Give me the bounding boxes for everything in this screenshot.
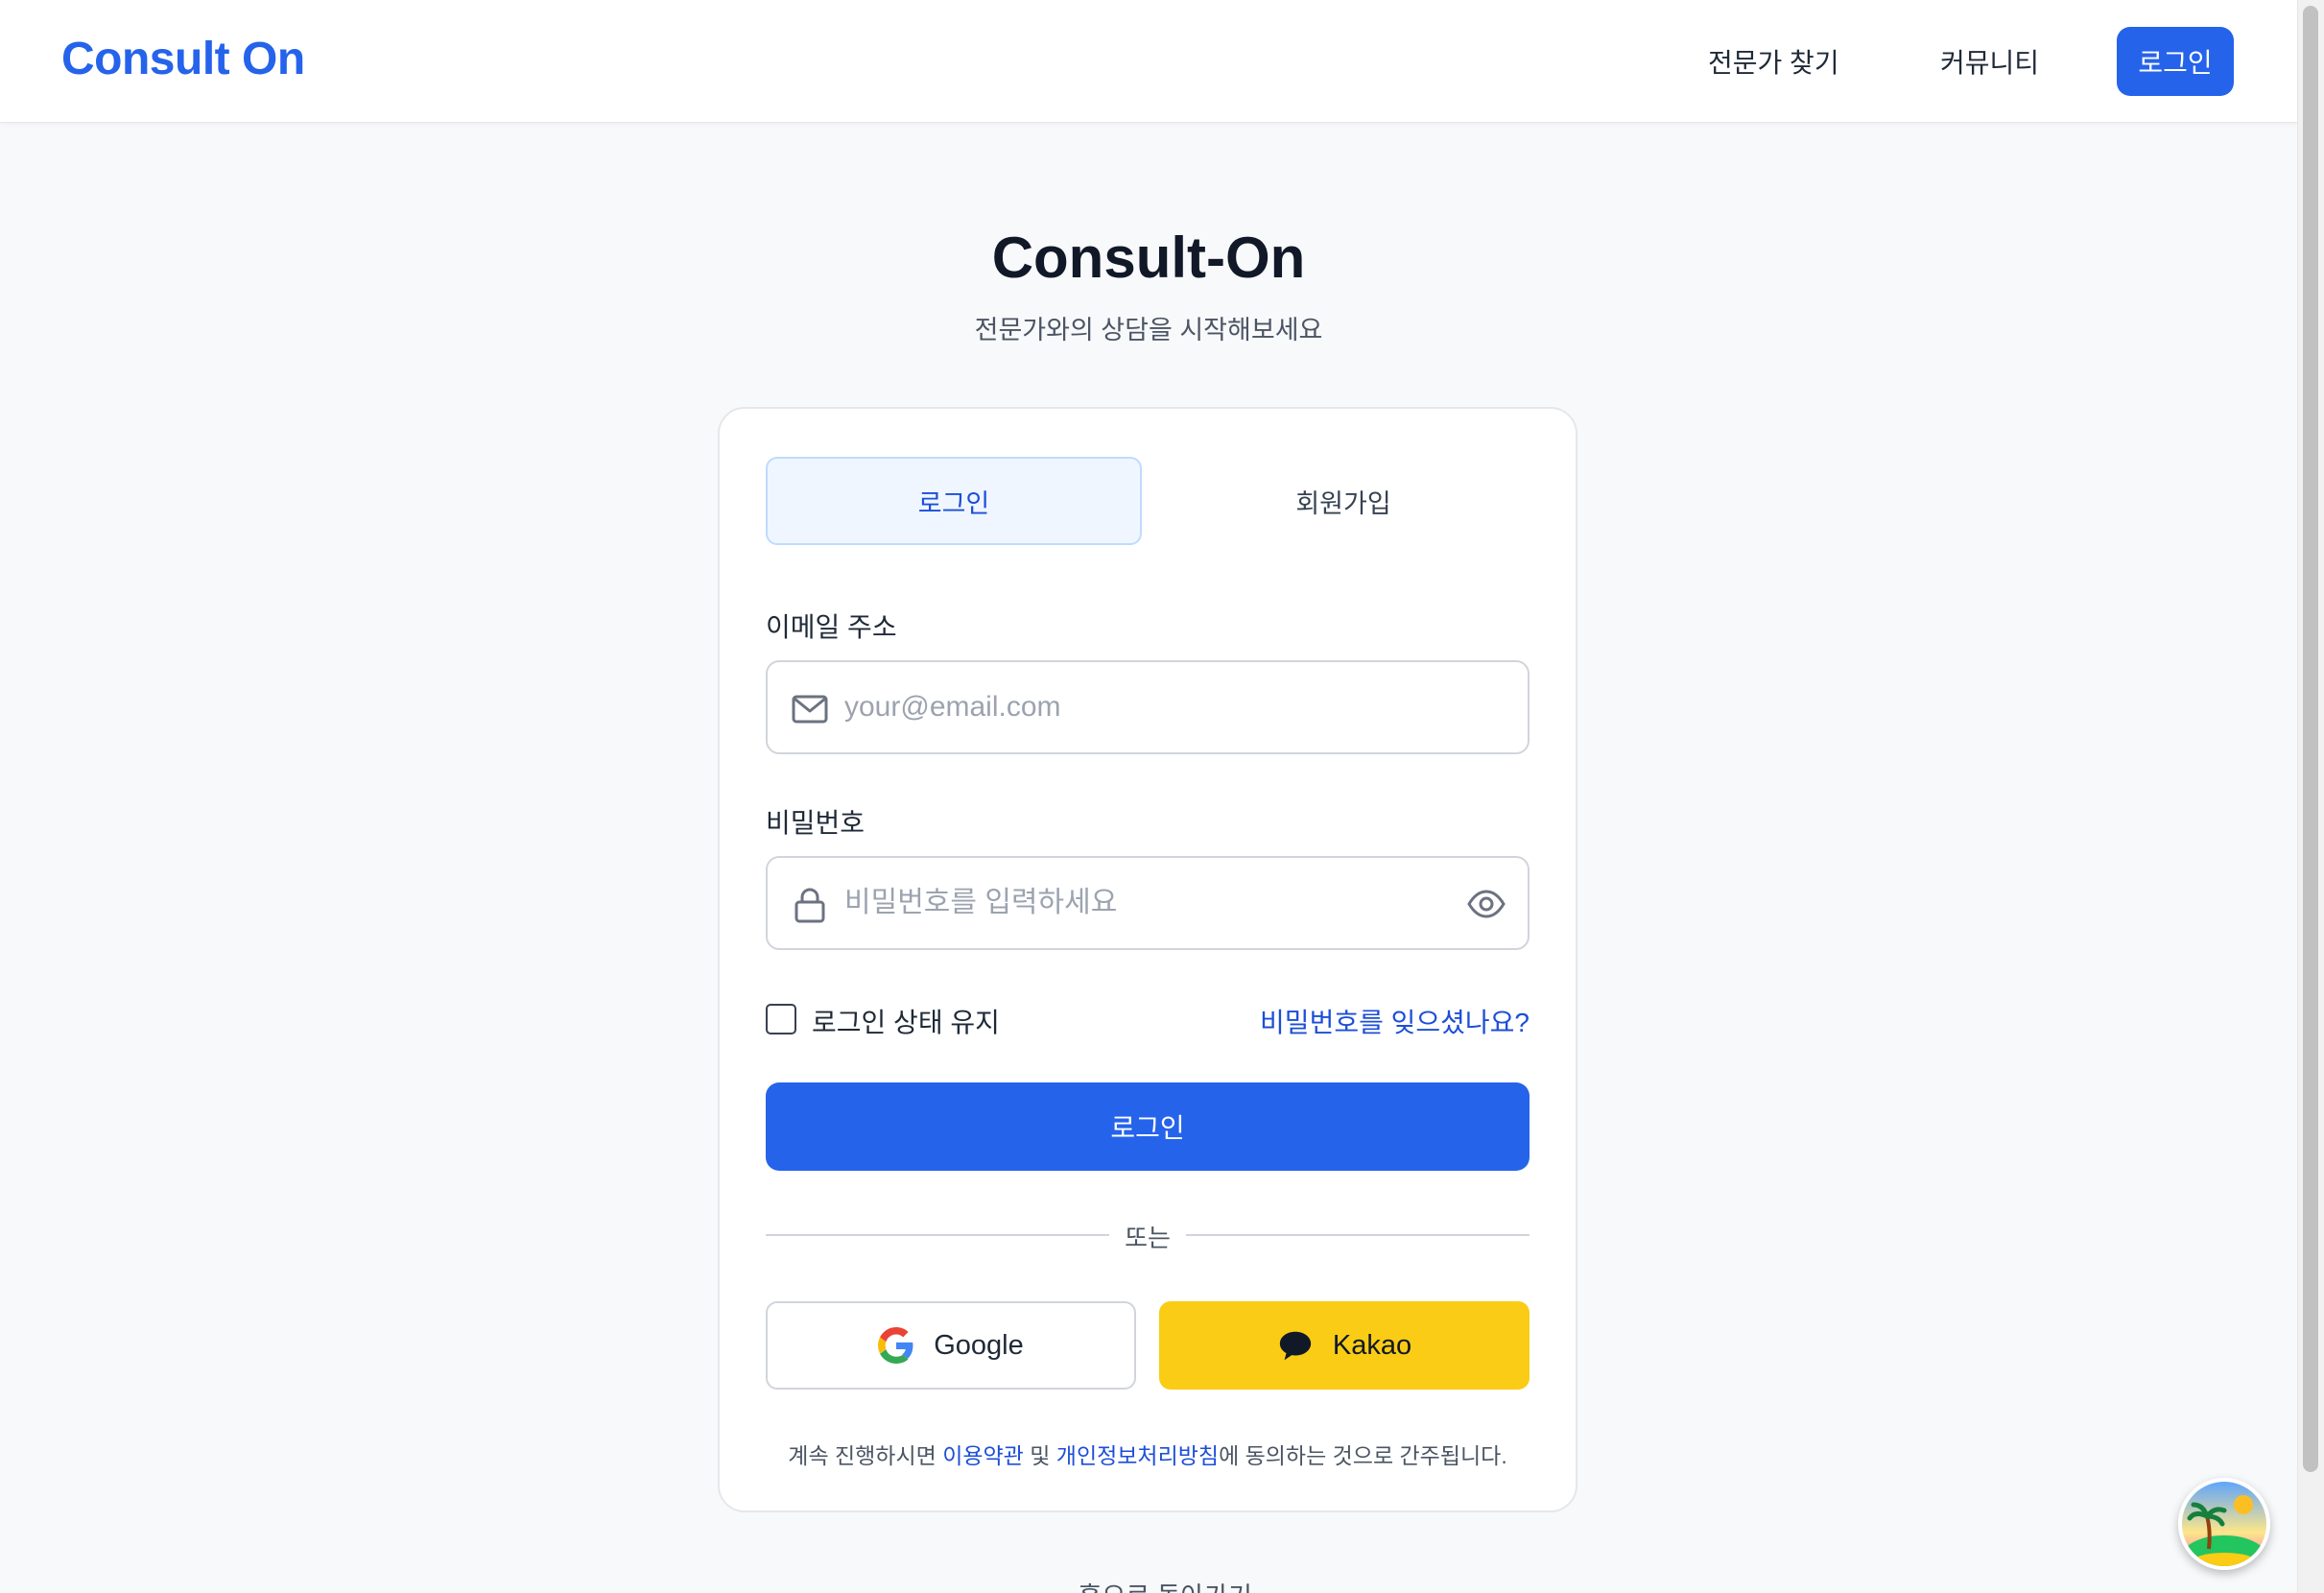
page-subtitle: 전문가와의 상담을 시작해보세요 — [974, 316, 1323, 345]
google-button-label: Google — [934, 1329, 1024, 1361]
nav-community-link[interactable]: 커뮤니티 — [1940, 42, 2039, 81]
tab-signup[interactable]: 회원가입 — [1155, 457, 1531, 545]
login-submit-button[interactable]: 로그인 — [766, 1082, 1530, 1171]
nav-find-experts-link[interactable]: 전문가 찾기 — [1708, 42, 1839, 81]
google-login-button[interactable]: Google — [766, 1301, 1136, 1390]
privacy-policy-link[interactable]: 개인정보처리방침 — [1056, 1443, 1219, 1468]
terms-conjunction: 및 — [1023, 1443, 1056, 1468]
terms-suffix: 에 동의하는 것으로 간주됩니다. — [1219, 1443, 1507, 1468]
tab-login[interactable]: 로그인 — [766, 457, 1142, 545]
kakao-button-label: Kakao — [1332, 1329, 1412, 1361]
tropical-island-icon — [2182, 1482, 2266, 1566]
nav-login-button[interactable]: 로그인 — [2117, 27, 2234, 96]
divider-line-left — [766, 1234, 1109, 1236]
back-home-link[interactable]: ← 홈으로 돌아가기 — [0, 1576, 2297, 1593]
remember-me-checkbox[interactable] — [766, 1004, 796, 1034]
page-title: Consult-On — [991, 226, 1306, 290]
scrollbar-thumb[interactable] — [2303, 6, 2318, 1472]
remember-row: 로그인 상태 유지 비밀번호를 잊으셨나요? — [766, 1000, 1530, 1038]
email-field-wrapper[interactable] — [766, 660, 1530, 754]
divider-line-right — [1186, 1234, 1530, 1236]
remember-me-label[interactable]: 로그인 상태 유지 — [812, 1002, 1000, 1040]
forgot-password-link[interactable]: 비밀번호를 잊으셨나요? — [1260, 1002, 1530, 1040]
password-label: 비밀번호 — [766, 808, 866, 838]
password-field-wrapper[interactable] — [766, 856, 1530, 950]
floating-chat-avatar[interactable] — [2178, 1478, 2270, 1570]
email-label: 이메일 주소 — [766, 612, 897, 642]
lock-icon — [794, 888, 825, 923]
mail-icon — [792, 695, 828, 724]
kakao-login-button[interactable]: Kakao — [1159, 1301, 1530, 1390]
kakao-chat-bubble-icon — [1279, 1331, 1312, 1361]
top-nav-bar: Consult On 전문가 찾기 커뮤니티 로그인 — [0, 0, 2297, 123]
terms-of-service-link[interactable]: 이용약관 — [942, 1443, 1024, 1468]
email-input[interactable] — [844, 662, 1458, 752]
password-input[interactable] — [844, 858, 1458, 948]
eye-icon[interactable] — [1466, 887, 1506, 921]
divider-text: 또는 — [1125, 1224, 1171, 1252]
terms-prefix: 계속 진행하시면 — [788, 1443, 943, 1468]
terms-notice: 계속 진행하시면 이용약관 및 개인정보처리방침에 동의하는 것으로 간주됩니다… — [720, 1438, 1576, 1470]
google-logo-icon — [878, 1327, 913, 1364]
site-logo[interactable]: Consult On — [61, 33, 305, 85]
auth-card: 로그인 회원가입 이메일 주소 비밀번호 로그인 상태 유지 비밀번호를 잊으셨… — [718, 407, 1577, 1512]
